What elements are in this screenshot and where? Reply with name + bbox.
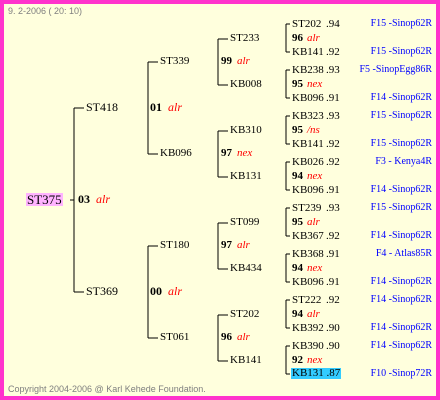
- gen4-name[interactable]: KB141: [292, 47, 324, 58]
- gen4-name[interactable]: KB096: [292, 185, 324, 196]
- gen3-number: 96: [292, 32, 303, 44]
- gen2-rank: alr: [237, 55, 250, 67]
- gen4-score: .94: [326, 18, 340, 30]
- print-date: 9. 2-2006 ( 20: 10): [8, 6, 83, 16]
- gen4-info[interactable]: F15 -Sinop62R: [371, 203, 432, 213]
- gen3-number: 92: [292, 354, 303, 366]
- gen1-name[interactable]: ST418: [86, 101, 118, 113]
- gen3-name[interactable]: KB434: [230, 263, 262, 274]
- connector-lines: [70, 23, 290, 375]
- gen3-name[interactable]: ST233: [230, 33, 259, 44]
- gen2-name[interactable]: ST180: [160, 240, 189, 251]
- gen2-rank: nex: [237, 147, 253, 159]
- gen3-number: 94: [292, 170, 303, 182]
- gen4-score: .91: [326, 276, 340, 288]
- gen4-score: .87: [326, 367, 341, 379]
- gen4-score: .93: [326, 110, 340, 122]
- gen1-name[interactable]: ST369: [86, 285, 118, 297]
- gen4-name[interactable]: KB368: [292, 249, 324, 260]
- gen4-name[interactable]: KB238: [292, 65, 324, 76]
- gen1-rank: alr: [168, 284, 183, 298]
- gen4-name[interactable]: ST239: [292, 203, 321, 214]
- gen4-info[interactable]: F15 -Sinop62R: [371, 111, 432, 121]
- gen3-name[interactable]: KB141: [230, 355, 262, 366]
- gen4-info[interactable]: F14 -Sinop62R: [371, 231, 432, 241]
- gen4-info[interactable]: F14 -Sinop62R: [371, 93, 432, 103]
- gen4-info[interactable]: F5 -SinopEgg86R: [359, 65, 432, 75]
- gen4-name[interactable]: KB392: [292, 323, 324, 334]
- gen3-rank: nex: [307, 262, 323, 274]
- gen4-name[interactable]: KB367: [292, 231, 324, 242]
- gen4-score: .90: [326, 322, 340, 334]
- gen4-name[interactable]: KB026: [292, 157, 324, 168]
- gen3-rank: nex: [307, 170, 323, 182]
- gen3-number: 94: [292, 308, 303, 320]
- gen2-number: 97: [221, 239, 232, 251]
- gen4-score: .93: [326, 64, 340, 76]
- gen4-name-highlighted[interactable]: KB131 .87: [291, 367, 342, 379]
- gen2-name[interactable]: ST339: [160, 56, 189, 67]
- gen3-name[interactable]: ST099: [230, 217, 259, 228]
- gen4-info[interactable]: F14 -Sinop62R: [371, 185, 432, 195]
- gen4-score: .93: [326, 202, 340, 214]
- gen2-rank: alr: [237, 239, 250, 251]
- gen3-rank: nex: [307, 78, 323, 90]
- gen3-rank: alr: [307, 216, 320, 228]
- gen4-name[interactable]: KB096: [292, 93, 324, 104]
- gen2-number: 96: [221, 331, 232, 343]
- gen4-score: .92: [326, 156, 340, 168]
- gen4-info[interactable]: F3 - Kenya4R: [375, 157, 432, 167]
- gen4-info[interactable]: F14 -Sinop62R: [371, 295, 432, 305]
- gen2-number: 99: [221, 55, 232, 67]
- gen3-rank: alr: [307, 308, 320, 320]
- gen4-info[interactable]: F14 -Sinop62R: [371, 323, 432, 333]
- gen3-rank: nex: [307, 354, 323, 366]
- gen3-name[interactable]: ST202: [230, 309, 259, 320]
- gen3-number: 95: [292, 78, 303, 90]
- root-number: 03: [78, 192, 90, 206]
- gen4-score: .90: [326, 340, 340, 352]
- gen4-name[interactable]: ST222: [292, 295, 321, 306]
- gen4-name[interactable]: KB390: [292, 341, 324, 352]
- gen4-name[interactable]: KB141: [292, 139, 324, 150]
- gen1-number: 00: [150, 284, 162, 298]
- gen4-score: .92: [326, 230, 340, 242]
- gen1-rank: alr: [168, 100, 183, 114]
- gen4-info[interactable]: F15 -Sinop62R: [371, 47, 432, 57]
- gen4-name[interactable]: KB323: [292, 111, 324, 122]
- gen3-rank: alr: [307, 32, 320, 44]
- gen4-info[interactable]: F10 -Sinop72R: [371, 369, 432, 379]
- gen4-info[interactable]: F14 -Sinop62R: [371, 277, 432, 287]
- gen4-info[interactable]: F15 -Sinop62R: [371, 139, 432, 149]
- gen1-number: 01: [150, 100, 162, 114]
- gen4-score: .92: [326, 46, 340, 58]
- gen4-name: KB131: [292, 367, 324, 379]
- gen4-info[interactable]: F4 - Atlas85R: [376, 249, 432, 259]
- gen4-info[interactable]: F15 -Sinop62R: [371, 19, 432, 29]
- copyright-text: Copyright 2004-2006 @ Karl Kehede Founda…: [8, 384, 206, 394]
- pedigree-chart: 9. 2-2006 ( 20: 10) Copyright 2004-2006 …: [0, 0, 440, 400]
- gen4-score: .92: [326, 138, 340, 150]
- gen2-name[interactable]: ST061: [160, 332, 189, 343]
- gen2-name[interactable]: KB096: [160, 148, 192, 159]
- gen3-name[interactable]: KB131: [230, 171, 262, 182]
- gen4-info[interactable]: F14 -Sinop62R: [371, 341, 432, 351]
- gen2-rank: alr: [237, 331, 250, 343]
- gen3-rank: /ns: [307, 124, 320, 136]
- gen4-score: .91: [326, 184, 340, 196]
- gen3-number: 94: [292, 262, 303, 274]
- gen3-number: 95: [292, 216, 303, 228]
- gen4-score: .91: [326, 248, 340, 260]
- gen3-name[interactable]: KB310: [230, 125, 262, 136]
- gen4-name[interactable]: ST202: [292, 19, 321, 30]
- gen4-name[interactable]: KB096: [292, 277, 324, 288]
- gen4-score: .91: [326, 92, 340, 104]
- gen3-name[interactable]: KB008: [230, 79, 262, 90]
- gen3-number: 95: [292, 124, 303, 136]
- gen4-score: .92: [326, 294, 340, 306]
- root-pigeon-name[interactable]: ST375: [26, 193, 63, 206]
- root-rank: alr: [96, 192, 111, 206]
- gen2-number: 97: [221, 147, 232, 159]
